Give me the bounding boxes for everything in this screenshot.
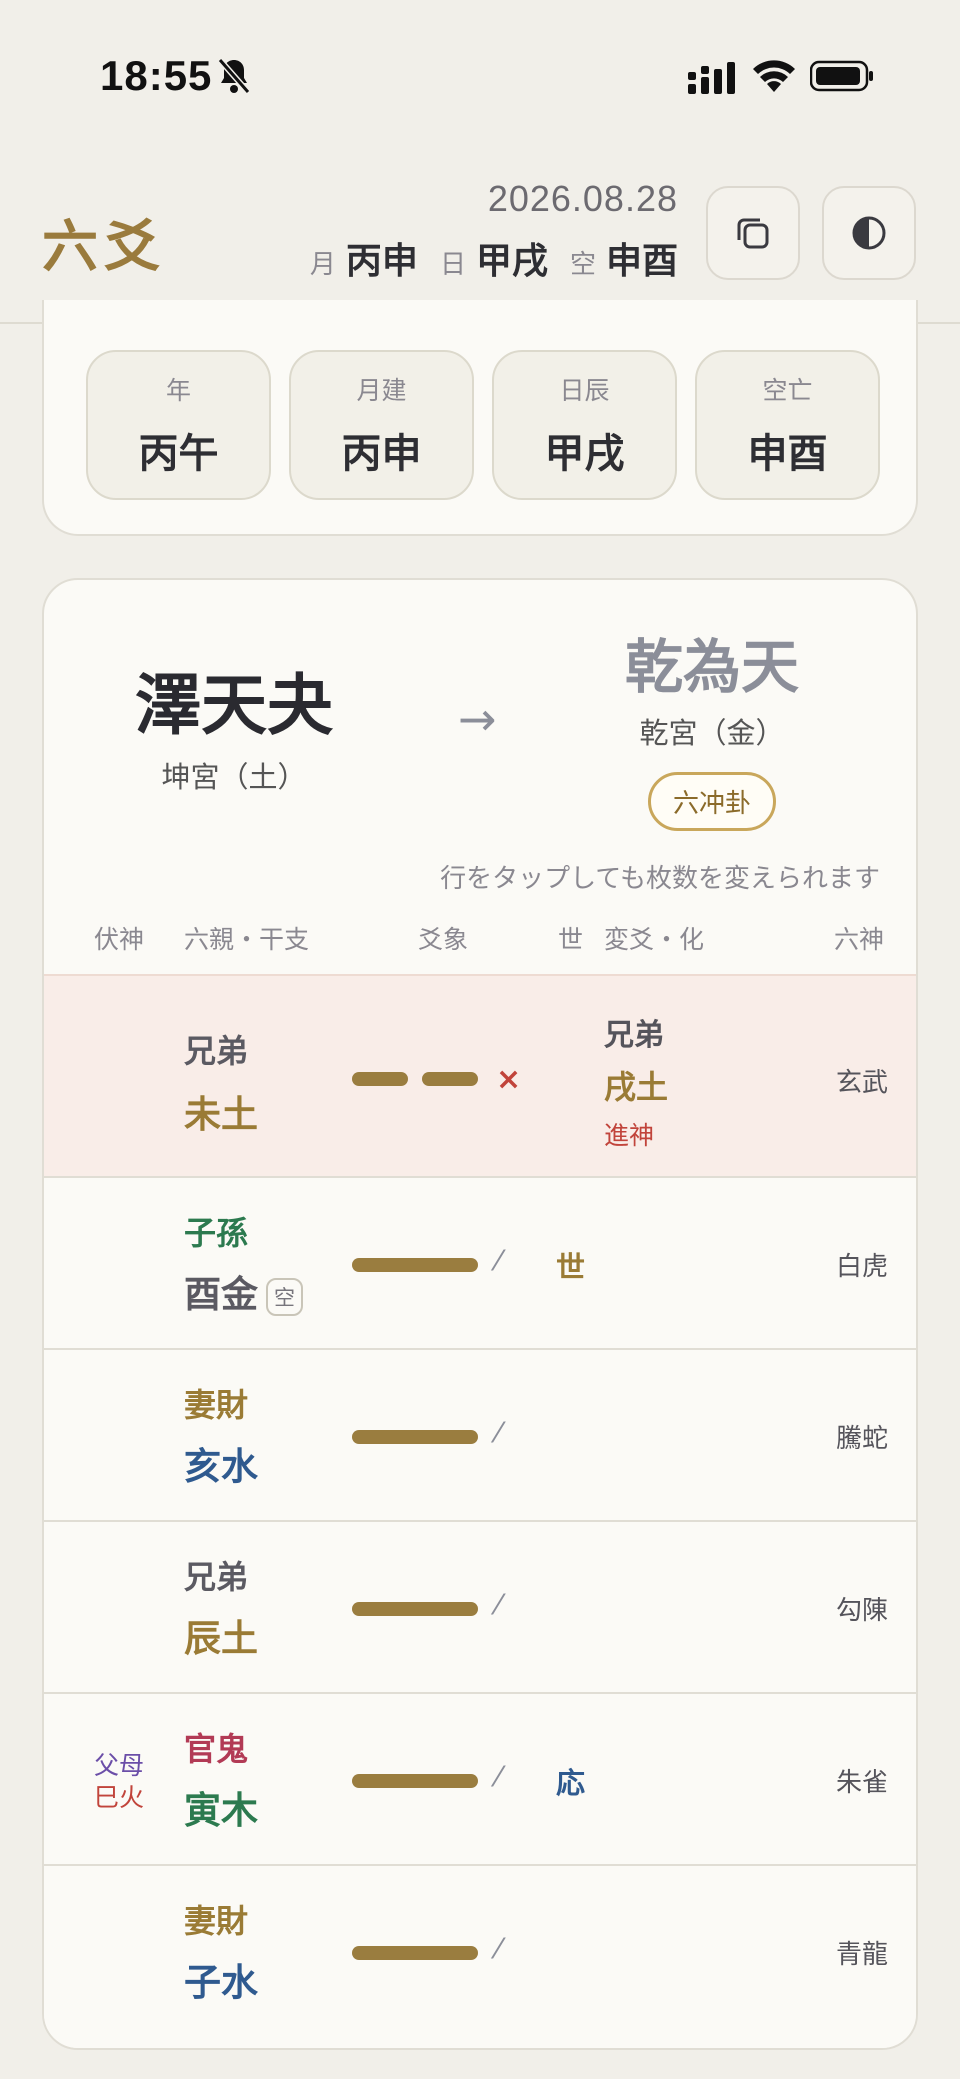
static-mark-icon: ⁄ (496, 1932, 501, 1965)
yao-row-5[interactable]: 子孫 酉金空 ⁄ 世 白虎 (44, 1178, 916, 1350)
void-value: 申酉 (605, 241, 678, 282)
col-header-relation: 六親・干支 (184, 925, 310, 954)
arrow-right-icon: → (458, 692, 497, 746)
day-label: 日 (439, 250, 466, 280)
month-value: 丙申 (345, 241, 418, 282)
pillar-label: 空亡 (762, 376, 813, 405)
moving-cross-icon: × (496, 1062, 522, 1097)
main-hexagram: 澤天夬 坤宮（土） (135, 652, 333, 796)
six-god: 青龍 (835, 1940, 888, 1970)
battery-icon (810, 60, 873, 92)
month-label: 月 (309, 250, 336, 280)
tap-hint: 行をタップしても枚数を変えられます (440, 864, 880, 894)
pillar-void: 空亡 申酉 (695, 350, 880, 500)
six-god: 朱雀 (835, 1768, 888, 1798)
six-god: 勾陳 (835, 1596, 888, 1626)
fushen-branch: 巳火 (94, 1783, 145, 1812)
static-mark-icon: ⁄ (496, 1588, 501, 1621)
col-header-god: 六神 (833, 925, 884, 954)
bell-slash-icon (217, 58, 251, 94)
hexagram-card: 澤天夬 坤宮（土） → 乾為天 乾宮（金） 六冲卦 行をタップしても枚数を変えら… (42, 578, 918, 2050)
changed-hexagram-palace: 乾宮（金） (639, 716, 785, 750)
yao-relation: 兄弟 (184, 1032, 249, 1070)
col-header-shi: 世 (558, 925, 584, 954)
yao-branch: 辰土 (184, 1617, 258, 1660)
yao-relation: 兄弟 (184, 1558, 249, 1596)
wifi-icon (753, 60, 795, 92)
liuchong-badge: 六冲卦 (647, 772, 776, 831)
yin-line-left (352, 1072, 408, 1086)
yang-line (352, 1430, 478, 1444)
yao-branch: 亥水 (184, 1445, 258, 1488)
yao-row-1[interactable]: 妻財 子水 ⁄ 青龍 (44, 1866, 916, 2048)
status-time: 18:55 (100, 52, 213, 99)
yao-branch: 未土 (184, 1093, 258, 1136)
void-badge: 空 (266, 1277, 303, 1316)
copy-button[interactable] (706, 186, 800, 280)
pillar-value: 丙午 (138, 431, 219, 477)
yang-line (352, 1258, 478, 1272)
pillar-value: 申酉 (747, 431, 828, 477)
changed-hexagram: 乾為天 乾宮（金） 六冲卦 (582, 620, 842, 831)
pillar-value: 甲戌 (544, 431, 625, 477)
contrast-icon (852, 216, 886, 250)
yao-relation: 妻財 (184, 1902, 249, 1940)
col-header-line: 爻象 (418, 925, 469, 954)
yao-relation: 官鬼 (184, 1730, 249, 1768)
pillar-month: 月建 丙申 (289, 350, 474, 500)
void-label: 空 (569, 250, 596, 280)
yao-branch-text: 酉金 (184, 1273, 258, 1316)
changed-branch: 戌土 (604, 1068, 669, 1106)
changed-relation: 兄弟 (604, 1018, 664, 1053)
main-hexagram-palace: 坤宮（土） (161, 760, 307, 794)
header-ganzhi: 月 丙申 日 甲戌 空 申酉 (310, 232, 678, 284)
yao-row-2[interactable]: 父母 巳火 官鬼 寅木 ⁄ 応 朱雀 (44, 1694, 916, 1866)
yang-line (352, 1774, 478, 1788)
header-void: 空 申酉 (570, 232, 678, 284)
pillar-label: 月建 (356, 376, 407, 405)
pillar-label: 日辰 (559, 376, 610, 405)
static-mark-icon: ⁄ (496, 1416, 501, 1449)
six-god: 玄武 (835, 1068, 888, 1098)
theme-toggle-button[interactable] (822, 186, 916, 280)
header-month: 月 丙申 (310, 232, 418, 284)
yao-row-3[interactable]: 兄弟 辰土 ⁄ 勾陳 (44, 1522, 916, 1694)
yao-branch: 寅木 (184, 1789, 258, 1832)
changed-tag: 進神 (604, 1121, 655, 1150)
yang-line (352, 1602, 478, 1616)
col-header-change: 変爻・化 (604, 925, 705, 954)
main-hexagram-name: 澤天夬 (135, 666, 333, 744)
yao-branch: 子水 (184, 1961, 258, 2004)
static-mark-icon: ⁄ (496, 1760, 501, 1793)
yao-relation: 子孫 (184, 1214, 249, 1252)
yao-relation: 妻財 (184, 1386, 249, 1424)
signal-icon (688, 62, 735, 94)
pillar-value: 丙申 (341, 431, 422, 477)
yao-row-6[interactable]: 兄弟 未土 × 兄弟 戌土 進神 玄武 (44, 974, 916, 1178)
day-value: 甲戌 (475, 241, 548, 282)
pillars-card: 年 丙午 月建 丙申 日辰 甲戌 空亡 申酉 (42, 300, 918, 536)
yang-line (352, 1946, 478, 1960)
shi-marker: 世 (556, 1250, 586, 1284)
app-header: 六爻 2026.08.28 月 丙申 日 甲戌 空 申酉 (0, 150, 960, 324)
six-god: 騰蛇 (835, 1424, 888, 1454)
pillar-year: 年 丙午 (86, 350, 271, 500)
pillar-day: 日辰 甲戌 (492, 350, 677, 500)
header-date: 2026.08.28 (487, 178, 678, 219)
header-day: 日 甲戌 (440, 232, 548, 284)
pillar-label: 年 (165, 376, 191, 405)
yin-line-right (422, 1072, 478, 1086)
yao-branch: 酉金空 (184, 1264, 303, 1318)
ying-marker: 応 (556, 1766, 586, 1800)
status-bar: 18:55 (0, 0, 960, 150)
static-mark-icon: ⁄ (496, 1244, 501, 1277)
fushen-relation: 父母 (94, 1751, 145, 1780)
app-logo: 六爻 (42, 214, 166, 280)
changed-hexagram-name: 乾為天 (624, 633, 799, 701)
yao-row-4[interactable]: 妻財 亥水 ⁄ 騰蛇 (44, 1350, 916, 1522)
pillars-row: 年 丙午 月建 丙申 日辰 甲戌 空亡 申酉 (86, 350, 880, 500)
col-header-fushen: 伏神 (94, 925, 145, 954)
copy-icon (737, 218, 769, 249)
six-god: 白虎 (835, 1252, 888, 1282)
